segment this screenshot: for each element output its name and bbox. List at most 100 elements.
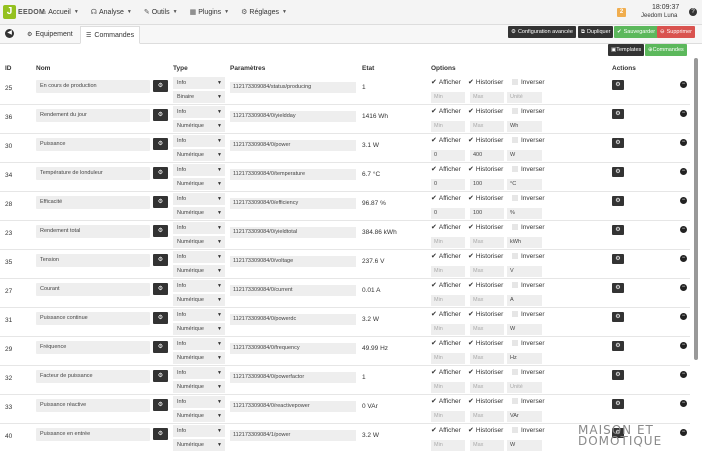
command-name-input[interactable]: Température de londuleur (36, 167, 150, 180)
remove-command-icon[interactable]: − (680, 110, 687, 117)
subtype-select[interactable]: Numérique ▼ (173, 323, 225, 335)
unit-input[interactable]: V (507, 266, 542, 277)
notification-badge[interactable]: 2 (617, 8, 626, 17)
parameter-input[interactable]: 112173309084/0/powerfactor (230, 372, 356, 383)
max-input[interactable]: Max (470, 353, 504, 364)
parameter-input[interactable]: 112173309084/0/yieldday (230, 111, 356, 122)
historiser-checkbox[interactable]: ✔ Historiser (468, 338, 503, 348)
choose-icon-button[interactable]: ⚙ (153, 283, 168, 295)
parameter-input[interactable]: 112173309084/0/current (230, 285, 356, 296)
parameter-input[interactable]: 112173309084/0/yieldtotal (230, 227, 356, 238)
back-arrow-icon[interactable]: ◀ (5, 29, 14, 38)
choose-icon-button[interactable]: ⚙ (153, 254, 168, 266)
save-button[interactable]: ✔ Sauvegarder (614, 26, 659, 38)
type-select[interactable]: Info ▼ (173, 164, 225, 176)
user-name[interactable]: Jeedom Luna (641, 13, 677, 19)
afficher-checkbox[interactable]: ✔ Afficher (431, 280, 461, 290)
inverser-checkbox[interactable]: Inverser (512, 135, 544, 145)
min-input[interactable]: Min (431, 237, 465, 248)
remove-command-icon[interactable]: − (680, 371, 687, 378)
inverser-checkbox[interactable]: Inverser (512, 338, 544, 348)
add-command-button[interactable]: ⊕ Commandes (645, 44, 687, 56)
inverser-checkbox[interactable]: Inverser (512, 309, 544, 319)
unit-input[interactable]: Wh (507, 121, 542, 132)
choose-icon-button[interactable]: ⚙ (153, 399, 168, 411)
afficher-checkbox[interactable]: ✔ Afficher (431, 135, 461, 145)
unit-input[interactable]: Hz (507, 353, 542, 364)
remove-command-icon[interactable]: − (680, 400, 687, 407)
min-input[interactable]: Min (431, 353, 465, 364)
menu-reglages[interactable]: ⚙ Réglages ▼ (241, 0, 287, 24)
command-config-button[interactable]: ⚙ (612, 80, 624, 90)
type-select[interactable]: Info ▼ (173, 309, 225, 321)
parameter-input[interactable]: 112173309084/0/power (230, 140, 356, 151)
min-input[interactable]: Min (431, 411, 465, 422)
max-input[interactable]: Max (470, 440, 504, 451)
choose-icon-button[interactable]: ⚙ (153, 167, 168, 179)
historiser-checkbox[interactable]: ✔ Historiser (468, 135, 503, 145)
parameter-input[interactable]: 112173309084/0/powerdc (230, 314, 356, 325)
min-input[interactable]: 0 (431, 208, 465, 219)
command-name-input[interactable]: Puissance en entrée (36, 428, 150, 441)
command-name-input[interactable]: Tension (36, 254, 150, 267)
min-input[interactable]: Min (431, 266, 465, 277)
unit-input[interactable]: °C (507, 179, 542, 190)
remove-command-icon[interactable]: − (680, 255, 687, 262)
inverser-checkbox[interactable]: Inverser (512, 222, 544, 232)
choose-icon-button[interactable]: ⚙ (153, 370, 168, 382)
unit-input[interactable]: VAr (507, 411, 542, 422)
min-input[interactable]: Min (431, 440, 465, 451)
subtype-select[interactable]: Numérique ▼ (173, 410, 225, 422)
min-input[interactable]: 0 (431, 150, 465, 161)
command-name-input[interactable]: Puissance réactive (36, 399, 150, 412)
subtype-select[interactable]: Binaire ▼ (173, 91, 225, 103)
type-select[interactable]: Info ▼ (173, 193, 225, 205)
menu-outils[interactable]: ✎ Outils ▼ (144, 0, 178, 24)
max-input[interactable]: 100 (470, 208, 504, 219)
remove-command-icon[interactable]: − (680, 197, 687, 204)
duplicate-button[interactable]: ⧉ Dupliquer (578, 26, 614, 38)
remove-command-icon[interactable]: − (680, 139, 687, 146)
choose-icon-button[interactable]: ⚙ (153, 312, 168, 324)
subtype-select[interactable]: Numérique ▼ (173, 149, 225, 161)
afficher-checkbox[interactable]: ✔ Afficher (431, 106, 461, 116)
command-config-button[interactable]: ⚙ (612, 312, 624, 322)
choose-icon-button[interactable]: ⚙ (153, 428, 168, 440)
min-input[interactable]: Min (431, 324, 465, 335)
command-config-button[interactable]: ⚙ (612, 283, 624, 293)
max-input[interactable]: Max (470, 382, 504, 393)
type-select[interactable]: Info ▼ (173, 425, 225, 437)
afficher-checkbox[interactable]: ✔ Afficher (431, 193, 461, 203)
min-input[interactable]: Min (431, 92, 465, 103)
choose-icon-button[interactable]: ⚙ (153, 138, 168, 150)
unit-input[interactable]: W (507, 324, 542, 335)
subtype-select[interactable]: Numérique ▼ (173, 352, 225, 364)
remove-command-icon[interactable]: − (680, 342, 687, 349)
command-name-input[interactable]: Rendement total (36, 225, 150, 238)
choose-icon-button[interactable]: ⚙ (153, 109, 168, 121)
delete-button[interactable]: ⊖ Supprimer (657, 26, 695, 38)
subtype-select[interactable]: Numérique ▼ (173, 120, 225, 132)
remove-command-icon[interactable]: − (680, 313, 687, 320)
templates-button[interactable]: ▣ Templates (608, 44, 645, 56)
afficher-checkbox[interactable]: ✔ Afficher (431, 367, 461, 377)
command-config-button[interactable]: ⚙ (612, 138, 624, 148)
choose-icon-button[interactable]: ⚙ (153, 196, 168, 208)
min-input[interactable]: Min (431, 121, 465, 132)
subtype-select[interactable]: Numérique ▼ (173, 265, 225, 277)
choose-icon-button[interactable]: ⚙ (153, 225, 168, 237)
inverser-checkbox[interactable]: Inverser (512, 425, 544, 435)
historiser-checkbox[interactable]: ✔ Historiser (468, 222, 503, 232)
remove-command-icon[interactable]: − (680, 284, 687, 291)
command-config-button[interactable]: ⚙ (612, 254, 624, 264)
historiser-checkbox[interactable]: ✔ Historiser (468, 193, 503, 203)
inverser-checkbox[interactable]: Inverser (512, 251, 544, 261)
parameter-input[interactable]: 112173309084/0/voltage (230, 256, 356, 267)
max-input[interactable]: Max (470, 92, 504, 103)
historiser-checkbox[interactable]: ✔ Historiser (468, 251, 503, 261)
inverser-checkbox[interactable]: Inverser (512, 106, 544, 116)
inverser-checkbox[interactable]: Inverser (512, 396, 544, 406)
historiser-checkbox[interactable]: ✔ Historiser (468, 77, 503, 87)
max-input[interactable]: 400 (470, 150, 504, 161)
subtype-select[interactable]: Numérique ▼ (173, 178, 225, 190)
